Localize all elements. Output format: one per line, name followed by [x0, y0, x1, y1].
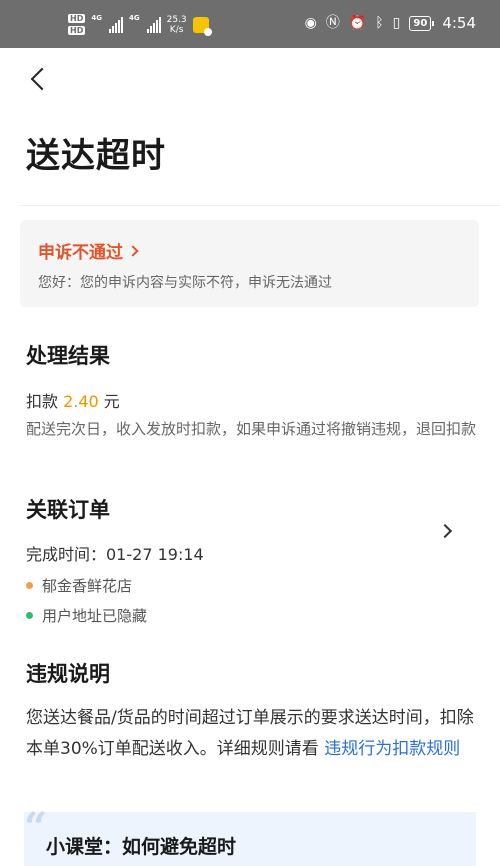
chevron-right-icon — [127, 244, 139, 257]
tip-card[interactable]: “ 小课堂：如何避免超时 — [24, 804, 476, 866]
address-dot — [26, 612, 33, 619]
deduction-description: 配送完次日，收入发放时扣款，如果申诉通过将撤销违规，退回扣款 — [26, 420, 477, 438]
tip-title: 小课堂：如何避免超时 — [46, 836, 237, 858]
appeal-message: 您好：您的申诉内容与实际不符，申诉无法通过 — [38, 275, 332, 291]
deduction-prefix: 扣款 — [26, 392, 64, 411]
clock: 4:54 — [442, 14, 476, 32]
result-heading: 处理结果 — [26, 344, 110, 368]
eye-icon: ◉ — [304, 15, 317, 31]
rule-link[interactable]: 违规行为扣款规则 — [324, 739, 460, 759]
notification-app-icon — [192, 16, 212, 36]
order-address-row: 用户地址已隐藏 — [26, 605, 147, 626]
rule-heading: 违规说明 — [26, 662, 110, 686]
appeal-status[interactable]: 申诉不通过 — [38, 238, 139, 263]
divider — [20, 205, 500, 206]
appeal-card[interactable]: 申诉不通过 您好：您的申诉内容与实际不符，申诉无法通过 — [20, 220, 479, 307]
deduction-amount: 2.40 — [63, 392, 99, 411]
order-heading: 关联订单 — [26, 498, 110, 522]
network-speed: 25.3 K/s — [167, 15, 187, 35]
appeal-status-label: 申诉不通过 — [38, 243, 123, 263]
status-right: ◉ Ⓝ ⏰ ᛒ ▯ 90 4:54 — [305, 13, 476, 33]
battery-icon: 90 — [409, 15, 435, 31]
rule-text: 您送达餐品/货品的时间超过订单展示的要求送达时间，扣除本单30%订单配送收入。详… — [26, 703, 478, 765]
nfc-icon: Ⓝ — [325, 15, 340, 31]
hd-indicator: HD HD — [68, 14, 86, 35]
quote-icon: “ — [24, 804, 48, 851]
deduction-line: 扣款 2.40 元 — [26, 388, 120, 412]
page-title: 送达超时 — [26, 136, 166, 176]
network-type-2: 4G — [128, 14, 140, 22]
hd-badge-2: HD — [68, 26, 86, 35]
network-type-1: 4G — [91, 14, 102, 22]
status-left: HD HD 4G 4G 25.3 K/s — [68, 14, 212, 36]
deduction-unit: 元 — [98, 392, 120, 411]
status-bar: HD HD 4G 4G 25.3 K/s ◉ Ⓝ ⏰ ᛒ ▯ 90 4:54 — [0, 0, 500, 48]
bluetooth-icon: ᛒ — [375, 15, 384, 31]
back-arrow-icon[interactable] — [22, 62, 58, 98]
vibrate-icon: ▯ — [392, 15, 401, 31]
shop-dot — [26, 582, 33, 589]
signal-icon-2 — [146, 16, 161, 33]
order-completed-time: 完成时间：01-27 19:14 — [26, 545, 204, 564]
order-shop: 郁金香鲜花店 — [42, 577, 133, 595]
network-speed-value: 25.3 — [166, 14, 187, 25]
hd-badge-1: HD — [68, 14, 86, 23]
order-shop-row: 郁金香鲜花店 — [26, 575, 132, 596]
order-chevron-right-icon[interactable] — [438, 523, 454, 539]
alarm-icon: ⏰ — [348, 15, 367, 31]
signal-icon — [108, 16, 123, 33]
network-speed-unit: K/s — [169, 24, 184, 35]
order-address: 用户地址已隐藏 — [42, 607, 148, 625]
